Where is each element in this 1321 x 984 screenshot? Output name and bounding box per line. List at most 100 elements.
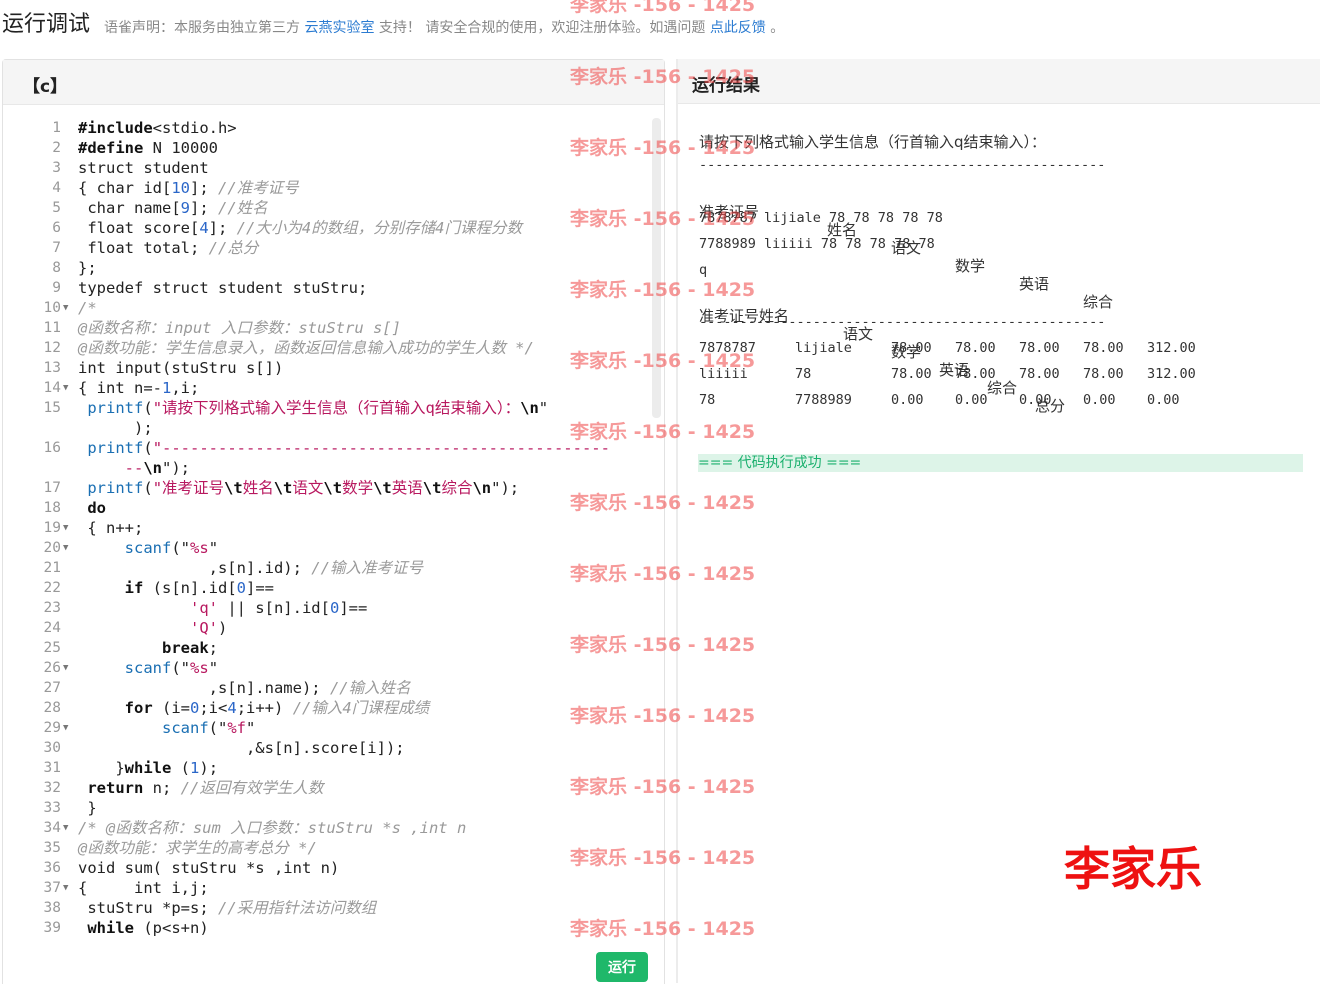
code-line[interactable]: 39 while (p<s+n) — [3, 918, 653, 938]
fold-toggle-icon[interactable]: ▼ — [63, 818, 68, 838]
fold-toggle-icon[interactable]: ▼ — [63, 658, 68, 678]
code-line[interactable]: ); — [3, 418, 653, 438]
code-token: //总分 — [208, 239, 259, 257]
code-token: " — [246, 719, 256, 737]
code-token: } — [78, 759, 125, 777]
code-line[interactable]: 32 return n; //返回有效学生人数 — [3, 778, 653, 798]
code-token: printf — [87, 399, 144, 417]
line-number: 33 — [43, 800, 61, 816]
code-line[interactable]: 31 }while (1); — [3, 758, 653, 778]
fold-toggle-icon[interactable]: ▼ — [63, 298, 68, 318]
code-line[interactable]: 15 printf("请按下列格式输入学生信息（行首输入q结束输入）：\n" — [3, 398, 653, 418]
fold-toggle-icon[interactable]: ▼ — [63, 718, 68, 738]
code-token: \t — [323, 479, 343, 497]
line-number: 23 — [43, 600, 61, 616]
service-disclaimer: 语雀声明：本服务由独立第三方 云燕实验室 支持！ 请安全合规的使用，欢迎注册体验… — [104, 17, 784, 37]
code-token: /* @函数名称：sum 入口参数：stuStru *s ,int n — [78, 819, 467, 837]
code-token: (" — [208, 719, 228, 737]
code-token: || s[n].id[ — [217, 599, 330, 617]
watermark-text: 李家乐 -156 - 1425 — [570, 0, 756, 16]
code-line[interactable]: 24 'Q') — [3, 618, 653, 638]
code-line[interactable]: 10 ▼ /* — [3, 298, 653, 318]
code-line[interactable]: 23 'q' || s[n].id[0]== — [3, 598, 653, 618]
input-header-math: 数学 — [955, 257, 986, 275]
code-line[interactable]: 25 break; — [3, 638, 653, 658]
code-text: --\n"); — [78, 458, 190, 478]
feedback-link[interactable]: 点此反馈 — [710, 20, 766, 36]
editor-scrollbar[interactable] — [652, 118, 661, 418]
code-line[interactable]: 17 printf("准考证号\t姓名\t语文\t数学\t英语\t综合\n"); — [3, 478, 653, 498]
code-line[interactable]: 4 { char id[10]; //准考证号 — [3, 178, 653, 198]
result-cell: 0.00 — [1019, 392, 1052, 408]
code-line[interactable]: 38 stuStru *p=s; //采用指针法访问数组 — [3, 898, 653, 918]
code-token: ]; — [208, 219, 237, 237]
code-text: printf("准考证号\t姓名\t语文\t数学\t英语\t综合\n"); — [78, 478, 519, 498]
code-line[interactable]: 14 ▼ { int n=-1,i; — [3, 378, 653, 398]
fold-toggle-icon[interactable]: ▼ — [63, 378, 68, 398]
code-token: ); — [199, 759, 219, 777]
disclaimer-middle: 支持！ 请安全合规的使用，欢迎注册体验。如遇问题 — [378, 20, 706, 36]
code-text: @函数功能：求学生的高考总分 */ — [78, 838, 317, 858]
code-line[interactable]: 11 @函数名称：input 入口参数：stuStru s[] — [3, 318, 653, 338]
code-line[interactable]: 3 struct student — [3, 158, 653, 178]
code-line[interactable]: 35 @函数功能：求学生的高考总分 */ — [3, 838, 653, 858]
code-token: //返回有效学生人数 — [180, 779, 324, 797]
code-token: 0 — [329, 599, 340, 617]
code-line[interactable]: 34 ▼ /* @函数名称：sum 入口参数：stuStru *s ,int n — [3, 818, 653, 838]
result-row: 7878787 lijiale 78.00 78.00 78.00 78.00 312.00 — [699, 340, 1299, 358]
code-text: void sum( stuStru *s ,int n) — [78, 858, 339, 878]
code-line[interactable]: 33 } — [3, 798, 653, 818]
code-line[interactable]: 9 typedef struct student stuStru; — [3, 278, 653, 298]
code-line[interactable]: 26 ▼ scanf("%s" — [3, 658, 653, 678]
code-line[interactable]: 8}; — [3, 258, 653, 278]
code-text: float total; //总分 — [78, 238, 258, 258]
code-token: " — [538, 399, 549, 417]
result-cell: lijiale — [795, 340, 852, 356]
code-line[interactable]: 1 #include<stdio.h> — [3, 118, 653, 138]
code-line[interactable]: 29 ▼ scanf("%f" — [3, 718, 653, 738]
code-line[interactable]: 27 ,s[n].name); //输入姓名 — [3, 678, 653, 698]
result-cell: 312.00 — [1147, 340, 1196, 356]
code-text: while (p<s+n) — [78, 918, 208, 938]
code-editor[interactable]: 1 #include<stdio.h> 2 #define N 10000 3 struc… — [3, 118, 653, 940]
code-line[interactable]: 18 do — [3, 498, 653, 518]
code-line[interactable]: 37 ▼ { int i,j; — [3, 878, 653, 898]
code-text: }; — [78, 258, 97, 278]
code-line[interactable]: 19 ▼ { n++; — [3, 518, 653, 538]
code-token: 'Q' — [189, 619, 218, 637]
code-line[interactable]: 7 float total; //总分 — [3, 238, 653, 258]
code-line[interactable]: 2 #define N 10000 — [3, 138, 653, 158]
code-text: scanf("%s" — [78, 538, 218, 558]
code-line[interactable]: --\n"); — [3, 458, 653, 478]
code-line[interactable]: 5 char name[9]; //姓名 — [3, 198, 653, 218]
fold-toggle-icon[interactable]: ▼ — [63, 878, 68, 898]
code-line[interactable]: 20 ▼ scanf("%s" — [3, 538, 653, 558]
code-line[interactable]: 6 float score[4]; //大小为4的数组，分别存储4门课程分数 — [3, 218, 653, 238]
code-line[interactable]: 36 void sum( stuStru *s ,int n) — [3, 858, 653, 878]
fold-toggle-icon[interactable]: ▼ — [63, 538, 68, 558]
code-line[interactable]: 21 ,s[n].id); //输入准考证号 — [3, 558, 653, 578]
run-button[interactable]: 运行 — [596, 952, 648, 982]
code-line[interactable]: 28 for (i=0;i<4;i++) //输入4门课程成绩 — [3, 698, 653, 718]
code-token: break — [162, 639, 209, 657]
code-token: 9 — [180, 199, 190, 217]
code-line[interactable]: 13 int input(stuStru s[]) — [3, 358, 653, 378]
code-line[interactable]: 12 @函数功能：学生信息录入，函数返回信息输入成功的学生人数 */ — [3, 338, 653, 358]
line-number: 12 — [43, 340, 61, 356]
code-token: ( — [143, 439, 153, 457]
result-cell: 78.00 — [891, 366, 932, 382]
fold-toggle-icon[interactable]: ▼ — [63, 518, 68, 538]
line-number: 32 — [43, 780, 61, 796]
code-token: 4 — [199, 219, 209, 237]
code-line[interactable]: 22 if (s[n].id[0]== — [3, 578, 653, 598]
code-token: char name[ — [78, 199, 181, 217]
code-token: \n — [472, 479, 492, 497]
code-line[interactable]: 16 printf("-----------------------------… — [3, 438, 653, 458]
provider-link[interactable]: 云燕实验室 — [304, 20, 374, 36]
code-text: if (s[n].id[0]== — [78, 578, 274, 598]
code-token: ;i< — [199, 699, 228, 717]
code-token: for — [124, 699, 153, 717]
code-line[interactable]: 30 ,&s[n].score[i]); — [3, 738, 653, 758]
